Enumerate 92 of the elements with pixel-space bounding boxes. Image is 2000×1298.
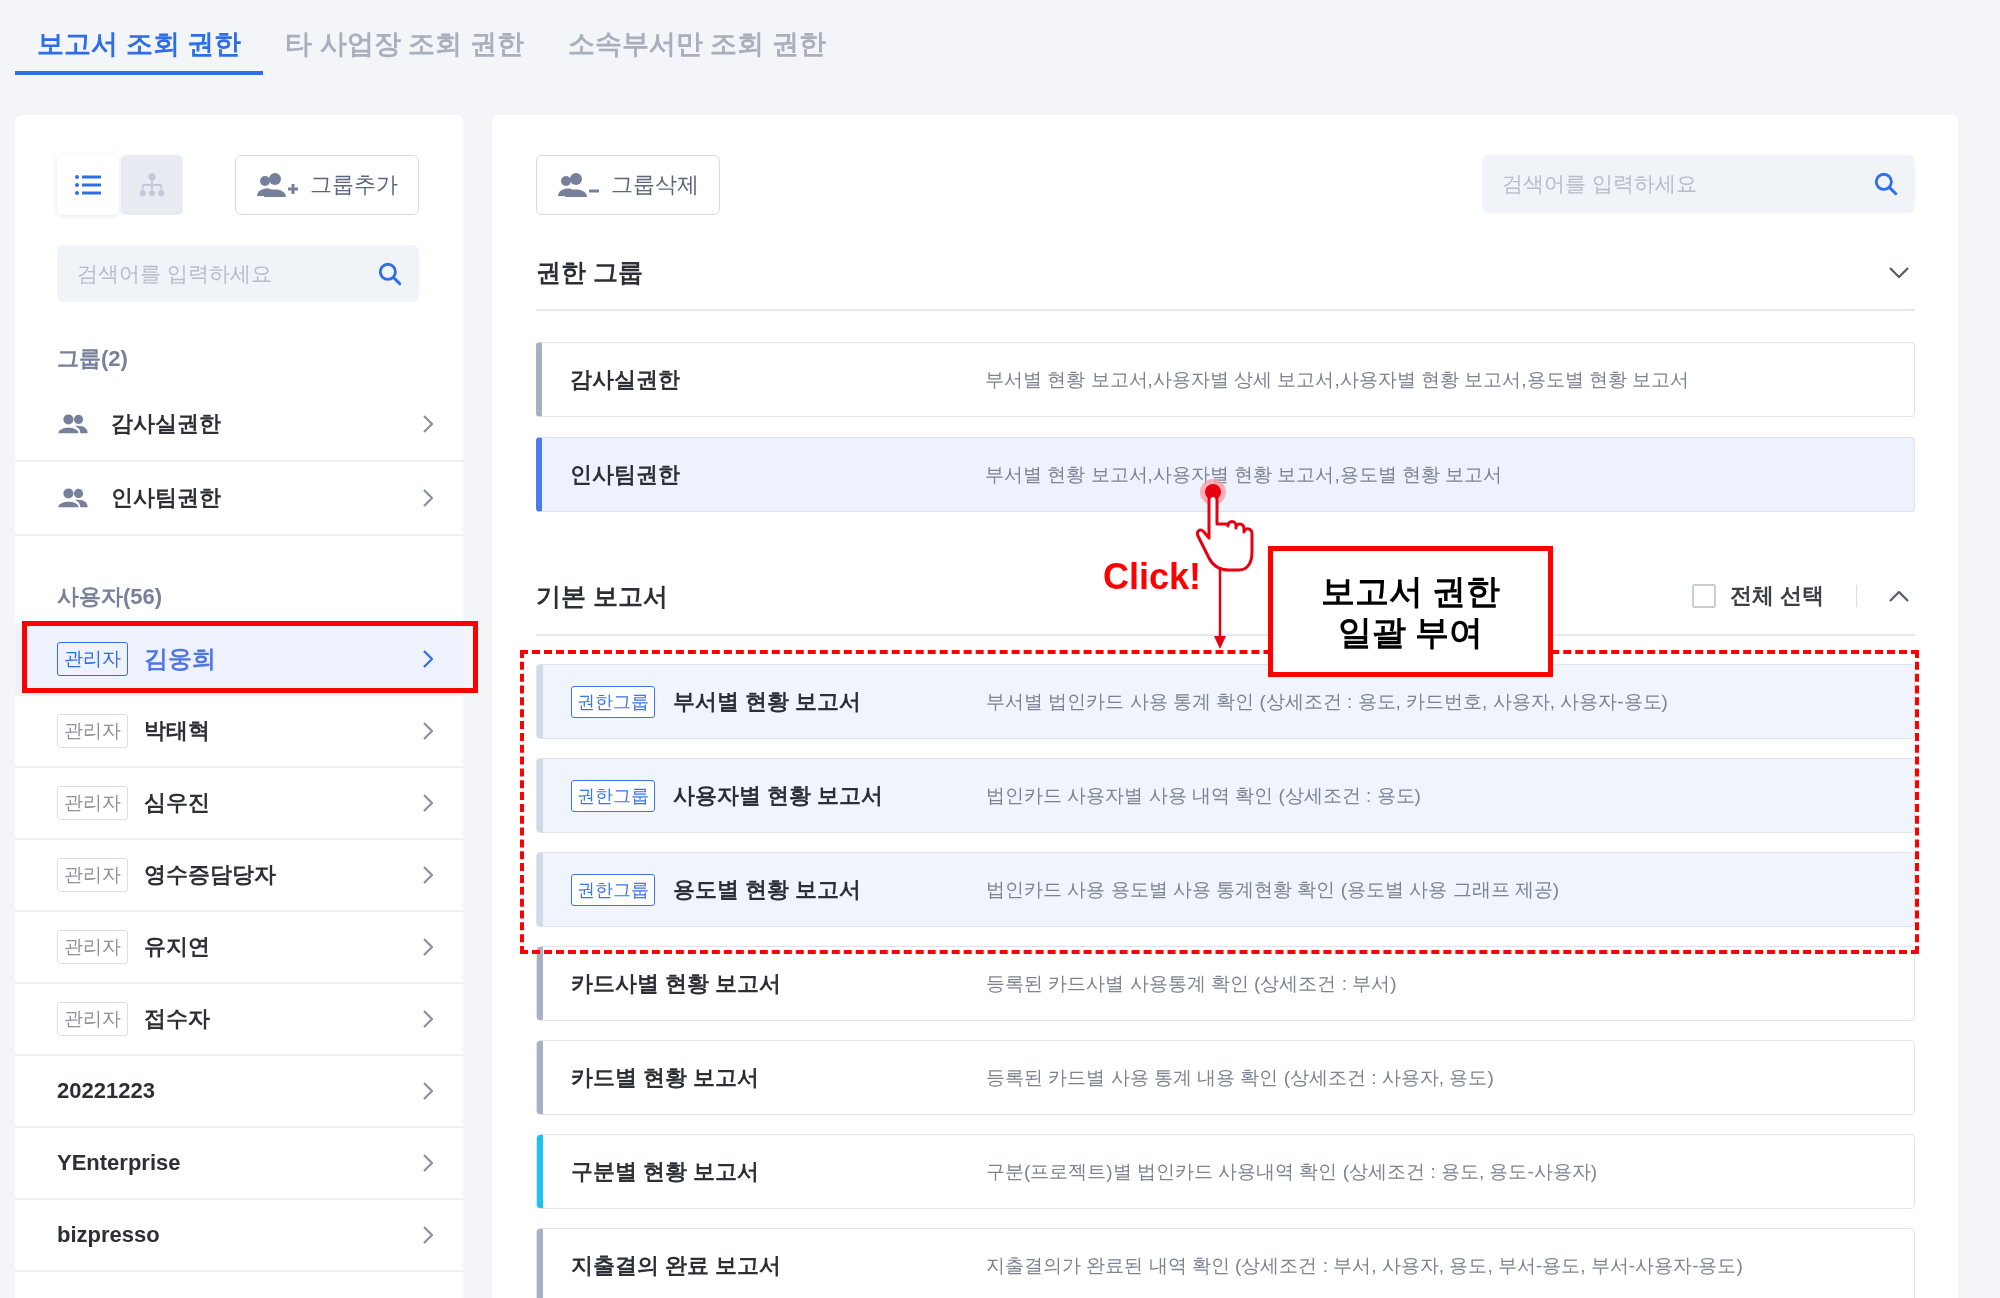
report-card[interactable]: 구분별 현황 보고서 구분(프로젝트)별 법인카드 사용내역 확인 (상세조건 : 용도, 용도-사용자) (536, 1134, 1915, 1209)
user-list-item[interactable]: 관리자 유지연 (15, 912, 463, 984)
list-view-button[interactable] (57, 155, 119, 215)
people-icon (57, 487, 89, 509)
user-name: 영수증담당자 (144, 861, 277, 889)
search-field[interactable]: 검색어를 입력하세요 (57, 245, 419, 302)
tab[interactable]: 보고서 조회 권한 (15, 20, 263, 75)
group-name: 감사실권한 (570, 365, 680, 394)
group-badge: 권한그룹 (571, 685, 655, 718)
section-heading: 사용자(56) (56, 583, 164, 611)
report-description: 등록된 카드사별 사용통계 확인 (상세조건 : 부서) (986, 971, 1397, 996)
report-name: 부서별 현황 보고서 (673, 687, 862, 716)
user-name: 20221223 (57, 1078, 156, 1104)
add-group-button[interactable]: 그룹추가 (235, 155, 419, 215)
user-list-item[interactable]: bizpresso (15, 1200, 463, 1272)
report-card[interactable]: 권한그룹 용도별 현황 보고서 법인카드 사용 용도별 사용 통계현황 확인 (용도별 사용 그래프 제공) (536, 852, 1915, 927)
report-list-text: 부서별 현황 보고서,사용자별 현황 보고서,용도별 현황 보고서 (985, 462, 1503, 487)
report-card[interactable]: 카드사별 현황 보고서 등록된 카드사별 사용통계 확인 (상세조건 : 부서) (536, 946, 1915, 1021)
select-all-label: 전체 선택 (1729, 582, 1824, 610)
user-list-item[interactable]: 관리자 영수증담당자 (15, 840, 463, 912)
click-label: Click! (1103, 556, 1202, 598)
group-name: 감사실권한 (111, 410, 222, 438)
search-icon (377, 260, 403, 287)
report-name: 카드별 현황 보고서 (571, 1063, 760, 1092)
report-description: 법인카드 사용 용도별 사용 통계현황 확인 (용도별 사용 그래프 제공) (986, 877, 1560, 902)
report-name: 용도별 현황 보고서 (673, 875, 862, 904)
user-name: 김웅희 (144, 644, 217, 674)
user-list-item[interactable]: 관리자 박태혁 (15, 696, 463, 768)
role-badge: 관리자 (57, 642, 128, 676)
report-description: 부서별 법인카드 사용 통계 확인 (상세조건 : 용도, 카드번호, 사용자, 사용자-용도) (986, 689, 1668, 714)
callout-tooltip: 보고서 권한 일괄 부여 (1268, 546, 1553, 677)
section-title: 권한 그룹 (536, 256, 643, 288)
user-name: 심우진 (144, 789, 211, 817)
report-name: 카드사별 현황 보고서 (571, 969, 782, 998)
role-badge: 관리자 (57, 1002, 128, 1036)
report-card[interactable]: 권한그룹 사용자별 현황 보고서 법인카드 사용자별 사용 내역 확인 (상세조건 : 용도) (536, 758, 1915, 833)
user-name: 유지연 (144, 933, 211, 961)
list-icon (75, 175, 101, 195)
chevron-right-icon (423, 489, 433, 507)
report-name: 지출결의 완료 보고서 (571, 1251, 782, 1280)
user-name: 박태혁 (144, 717, 211, 745)
group-list-item[interactable]: 인사팀권한 (15, 462, 463, 536)
chevron-right-icon (423, 1226, 433, 1244)
report-description: 법인카드 사용자별 사용 내역 확인 (상세조건 : 용도) (986, 783, 1421, 808)
people-icon (57, 413, 89, 435)
report-list-text: 부서별 현황 보고서,사용자별 상세 보고서,사용자별 현황 보고서,용도별 현황 보고서 (985, 367, 1690, 392)
delete-group-button[interactable]: 그룹삭제 (536, 155, 720, 215)
group-list-item[interactable]: 감사실권한 (15, 388, 463, 462)
search-field[interactable]: 검색어를 입력하세요 (1482, 155, 1915, 213)
chevron-right-icon (423, 938, 433, 956)
report-card[interactable]: 권한그룹 부서별 현황 보고서 부서별 법인카드 사용 통계 확인 (상세조건 : 용도, 카드번호, 사용자, 사용자-용도) (536, 664, 1915, 739)
chevron-right-icon (423, 415, 433, 433)
group-badge: 권한그룹 (571, 779, 655, 812)
chevron-right-icon (423, 794, 433, 812)
user-name: bizpresso (57, 1222, 161, 1248)
section-title: 기본 보고서 (536, 580, 668, 612)
report-card[interactable]: 지출결의 완료 보고서 지출결의가 완료된 내역 확인 (상세조건 : 부서, 사용자, 용도, 부서-용도, 부서-사용자-용도) (536, 1228, 1915, 1298)
user-list-item[interactable]: 20221223 (15, 1056, 463, 1128)
add-people-icon (256, 172, 300, 198)
hierarchy-icon (139, 173, 165, 197)
permission-group-card[interactable]: 인사팀권한 부서별 현황 보고서,사용자별 현황 보고서,용도별 현황 보고서 (536, 437, 1915, 512)
chevron-up-icon[interactable] (1889, 590, 1909, 602)
section-heading: 그룹(2) (56, 345, 129, 373)
search-icon (1873, 171, 1899, 197)
user-name: 접수자 (144, 1005, 211, 1033)
group-name: 인사팀권한 (111, 484, 222, 512)
user-list-item[interactable]: 관리자 심우진 (15, 768, 463, 840)
chevron-right-icon (423, 1154, 433, 1172)
chevron-right-icon (423, 866, 433, 884)
report-name: 구분별 현황 보고서 (571, 1157, 760, 1186)
user-list-item[interactable]: YEnterprise (15, 1128, 463, 1200)
chevron-down-icon[interactable] (1889, 266, 1909, 278)
checkbox[interactable] (1691, 584, 1716, 608)
chevron-right-icon (423, 1082, 433, 1100)
role-badge: 관리자 (57, 858, 128, 892)
report-description: 지출결의가 완료된 내역 확인 (상세조건 : 부서, 사용자, 용도, 부서-용도, 부서-사용자-용도) (986, 1253, 1743, 1278)
role-badge: 관리자 (57, 786, 128, 820)
user-list-item[interactable]: 관리자 접수자 (15, 984, 463, 1056)
remove-people-icon (557, 172, 601, 198)
report-name: 사용자별 현황 보고서 (673, 781, 884, 810)
report-description: 등록된 카드별 사용 통계 내용 확인 (상세조건 : 사용자, 용도) (986, 1065, 1494, 1090)
group-name: 인사팀권한 (570, 460, 680, 489)
chevron-right-icon (423, 722, 433, 740)
chevron-right-icon (423, 1010, 433, 1028)
report-description: 구분(프로젝트)별 법인카드 사용내역 확인 (상세조건 : 용도, 용도-사용자) (986, 1159, 1598, 1184)
role-badge: 관리자 (57, 714, 128, 748)
group-badge: 권한그룹 (571, 873, 655, 906)
user-name: YEnterprise (57, 1150, 182, 1176)
chevron-right-icon (423, 650, 433, 668)
report-card[interactable]: 카드별 현황 보고서 등록된 카드별 사용 통계 내용 확인 (상세조건 : 사용자, 용도) (536, 1040, 1915, 1115)
permission-group-card[interactable]: 감사실권한 부서별 현황 보고서,사용자별 상세 보고서,사용자별 현황 보고서,용도별 현황 보고서 (536, 342, 1915, 417)
role-badge: 관리자 (57, 930, 128, 964)
